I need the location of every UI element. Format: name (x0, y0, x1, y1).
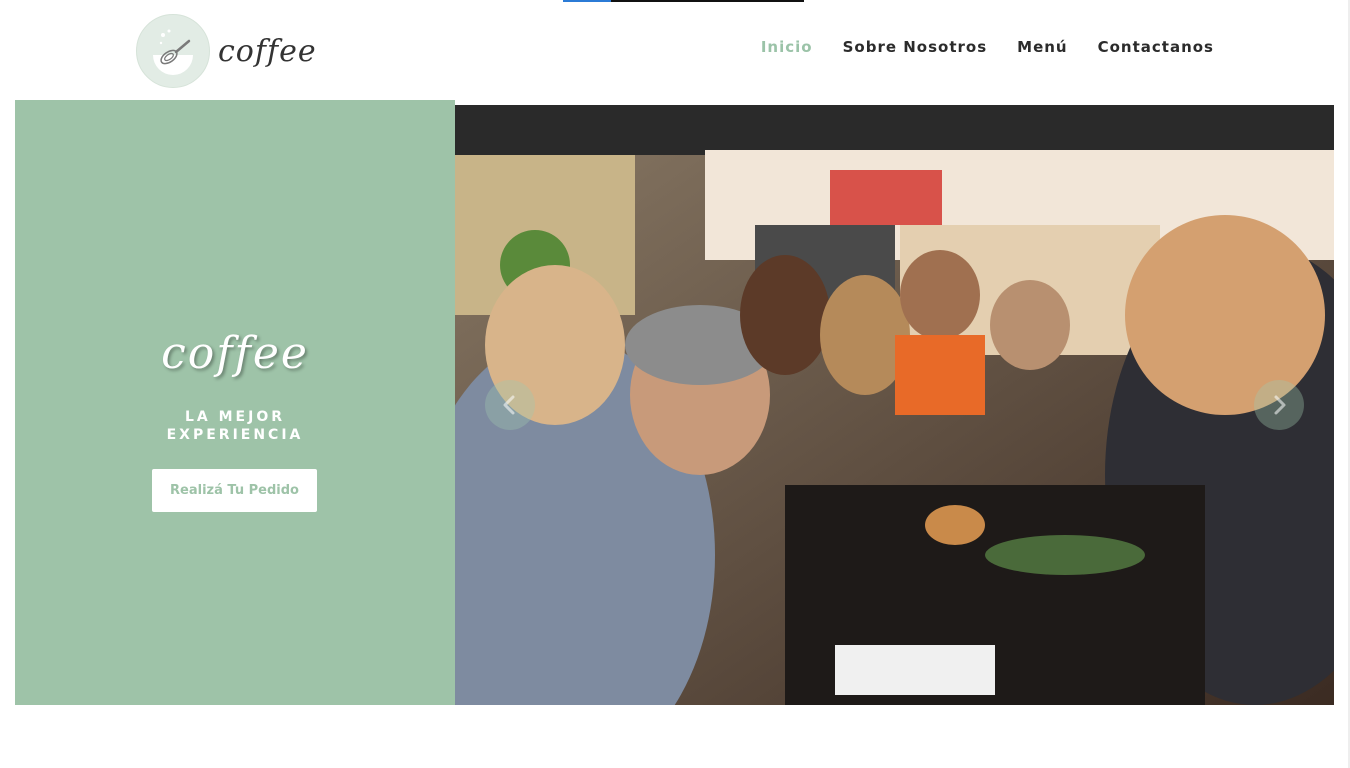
hero-tagline: LA MEJOR EXPERIENCIA (15, 408, 455, 444)
order-button[interactable]: Realizá Tu Pedido (152, 469, 317, 512)
nav-item-sobre-nosotros[interactable]: Sobre Nosotros (843, 38, 988, 56)
site-header: coffee Inicio Sobre Nosotros Menú Contac… (0, 0, 1350, 100)
hero-carousel (455, 105, 1334, 705)
nav-item-inicio[interactable]: Inicio (761, 38, 813, 56)
hero-tagline-line1: LA MEJOR (184, 409, 285, 425)
hero-panel: coffee LA MEJOR EXPERIENCIA Realizá Tu P… (15, 100, 455, 705)
chevron-right-icon (1274, 395, 1286, 415)
whisk-icon (136, 14, 210, 88)
hero-tagline-line2: EXPERIENCIA (166, 427, 304, 443)
nav-item-menu[interactable]: Menú (1017, 38, 1067, 56)
chevron-left-icon (503, 395, 515, 415)
site-logo[interactable]: coffee (136, 14, 317, 88)
nav-item-contactanos[interactable]: Contactanos (1098, 38, 1214, 56)
main-nav: Inicio Sobre Nosotros Menú Contactanos (761, 38, 1214, 56)
carousel-next-button[interactable] (1254, 380, 1304, 430)
carousel-slide-image (455, 105, 1334, 705)
hero-brand: coffee (161, 328, 309, 379)
logo-wordmark: coffee (218, 33, 317, 69)
carousel-prev-button[interactable] (485, 380, 535, 430)
